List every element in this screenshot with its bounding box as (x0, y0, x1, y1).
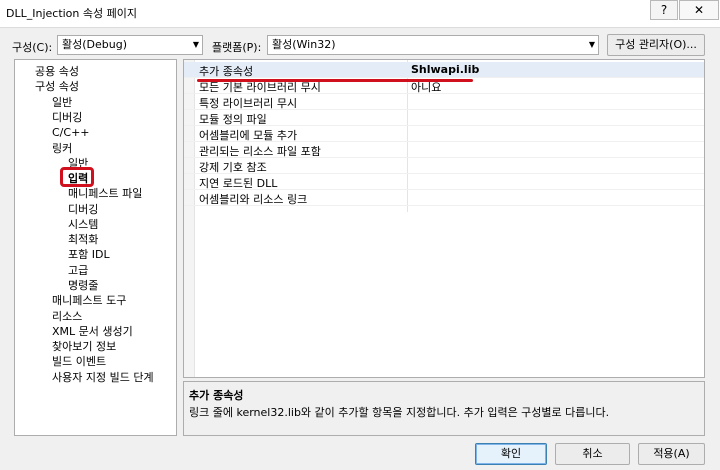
description-text: 링크 줄에 kernel32.lib와 같이 추가할 항목을 지정합니다. 추가… (189, 406, 610, 419)
property-row[interactable]: 특정 라이브러리 무시 (184, 94, 704, 110)
tree-item-linker-debugging[interactable]: 디버깅 (68, 202, 98, 217)
property-row[interactable]: 모듈 정의 파일 (184, 110, 704, 126)
dependency-underline-annotation (197, 79, 473, 82)
description-title: 추가 종속성 (189, 389, 244, 402)
tree-item-browse-info[interactable]: 찾아보기 정보 (52, 339, 116, 354)
ok-button[interactable]: 확인 (475, 443, 547, 465)
property-tree: 공용 속성 구성 속성 일반 디버깅 C/C++ 링커 일반 입력 매니페스트 … (14, 59, 177, 436)
tree-item-resources[interactable]: 리소스 (52, 309, 82, 324)
tree-item-advanced[interactable]: 고급 (68, 263, 88, 278)
property-value[interactable]: Shlwapi.lib (411, 63, 479, 76)
input-highlight-annotation (60, 167, 94, 187)
property-row[interactable]: 추가 종속성 Shlwapi.lib (184, 62, 704, 78)
tree-item-custom-build-step[interactable]: 사용자 지정 빌드 단계 (52, 370, 154, 385)
apply-button[interactable]: 적용(A) (638, 443, 705, 465)
property-row[interactable]: 지연 로드된 DLL (184, 174, 704, 190)
tree-item-debugging[interactable]: 디버깅 (52, 110, 82, 125)
tree-item-cpp[interactable]: C/C++ (52, 125, 90, 140)
chevron-down-icon: ▼ (192, 40, 199, 49)
property-row[interactable]: 어셈블리에 모듈 추가 (184, 126, 704, 142)
property-name: 추가 종속성 (199, 65, 254, 78)
property-name: 어셈블리와 리소스 링크 (199, 193, 308, 206)
config-label: 구성(C): (12, 41, 53, 54)
property-name: 모듈 정의 파일 (199, 113, 267, 126)
property-name: 특정 라이브러리 무시 (199, 97, 298, 110)
tree-item-xml-doc-generator[interactable]: XML 문서 생성기 (52, 324, 133, 339)
config-manager-button[interactable]: 구성 관리자(O)... (607, 34, 705, 56)
tree-item-common-properties[interactable]: 공용 속성 (35, 64, 79, 79)
chevron-down-icon: ▼ (588, 40, 595, 49)
property-row[interactable]: 강제 기호 참조 (184, 158, 704, 174)
cancel-button[interactable]: 취소 (555, 443, 630, 465)
config-select[interactable]: 활성(Debug) ▼ (57, 35, 203, 55)
property-row[interactable]: 관리되는 리소스 파일 포함 (184, 142, 704, 158)
property-name: 관리되는 리소스 파일 포함 (199, 145, 321, 158)
tree-item-command-line[interactable]: 명령줄 (68, 278, 98, 293)
config-select-value: 활성(Debug) (62, 38, 127, 51)
property-row[interactable]: 어셈블리와 리소스 링크 (184, 190, 704, 206)
property-name: 지연 로드된 DLL (199, 177, 278, 190)
property-name: 어셈블리에 모듈 추가 (199, 129, 298, 142)
close-button[interactable]: ✕ (679, 0, 719, 20)
window-title: DLL_Injection 속성 페이지 (6, 7, 137, 20)
tree-item-linker[interactable]: 링커 (52, 141, 72, 156)
platform-select[interactable]: 활성(Win32) ▼ (267, 35, 599, 55)
title-bar: DLL_Injection 속성 페이지 ? ✕ (0, 0, 720, 28)
tree-item-embedded-idl[interactable]: 포함 IDL (68, 247, 110, 262)
tree-item-build-events[interactable]: 빌드 이벤트 (52, 354, 106, 369)
property-grid: 추가 종속성 Shlwapi.lib 모든 기본 라이브러리 무시 아니요 특정… (183, 59, 705, 378)
tree-item-config-properties[interactable]: 구성 속성 (35, 79, 79, 94)
tree-item-manifest-file[interactable]: 매니페스트 파일 (68, 186, 142, 201)
tree-item-system[interactable]: 시스템 (68, 217, 98, 232)
tree-item-optimization[interactable]: 최적화 (68, 232, 98, 247)
tree-item-manifest-tool[interactable]: 매니페스트 도구 (52, 293, 126, 308)
tree-item-general[interactable]: 일반 (52, 95, 72, 110)
description-panel: 추가 종속성 링크 줄에 kernel32.lib와 같이 추가할 항목을 지정… (183, 381, 705, 436)
property-name: 강제 기호 참조 (199, 161, 267, 174)
platform-select-value: 활성(Win32) (272, 38, 336, 51)
help-button[interactable]: ? (650, 0, 678, 20)
platform-label: 플랫폼(P): (212, 41, 262, 54)
